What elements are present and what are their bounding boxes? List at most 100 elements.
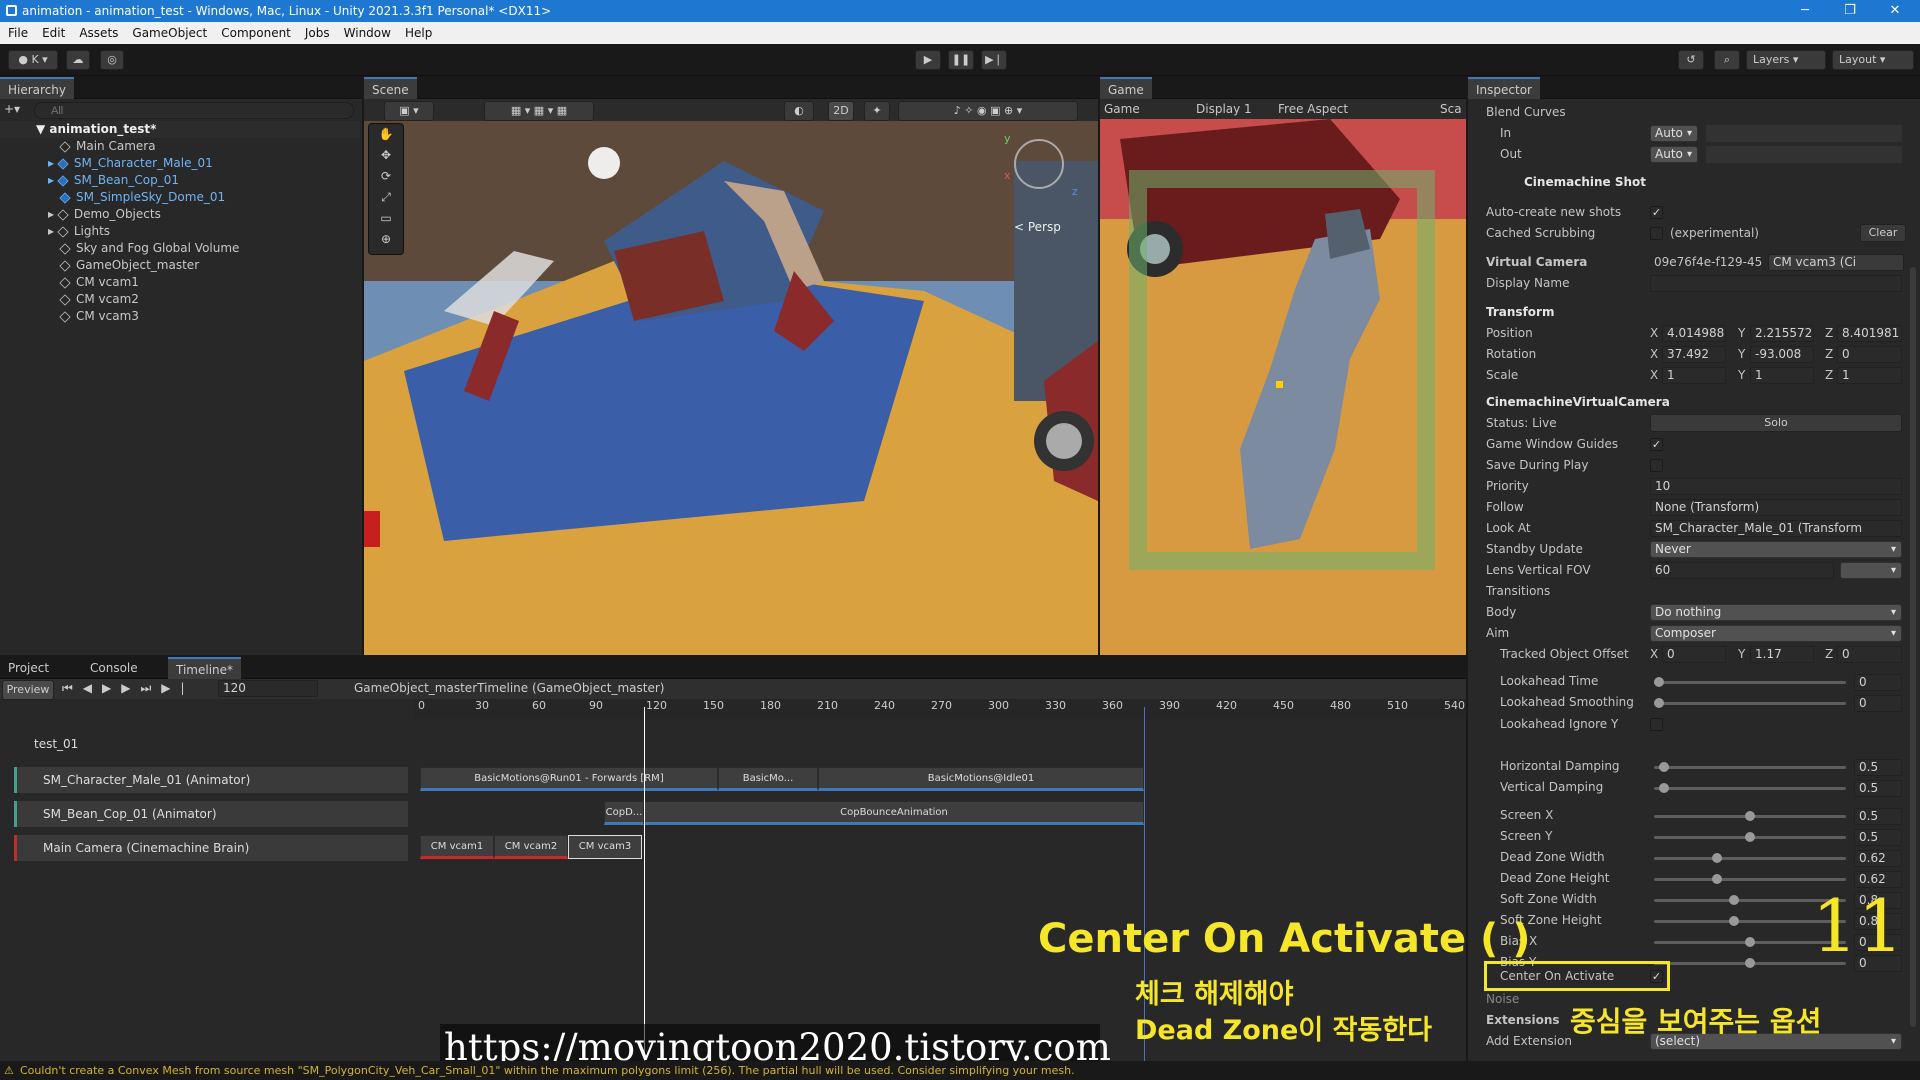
track-main-camera[interactable]: Main Camera (Cinemachine Brain) — [14, 835, 408, 861]
shading-icon[interactable]: ◐ — [784, 101, 814, 121]
close-button[interactable]: ✕ — [1875, 0, 1915, 22]
list-item[interactable]: ▸ SM_Bean_Cop_01 — [0, 172, 360, 189]
follow-field[interactable]: None (Transform) — [1650, 499, 1902, 516]
auto-create-checkbox[interactable]: ✓ — [1650, 206, 1663, 219]
clip-copd[interactable]: CopD... — [604, 801, 644, 825]
list-item[interactable]: ▸ Demo_Objects — [0, 206, 360, 223]
list-item[interactable]: ▸ Lights — [0, 223, 360, 240]
layers-dropdown[interactable]: Layers ▾ — [1746, 50, 1826, 70]
clip-copbounce[interactable]: CopBounceAnimation — [644, 801, 1144, 825]
transform-header[interactable]: Transform — [1486, 305, 1554, 319]
aim-dropdown[interactable]: Composer — [1650, 625, 1902, 642]
fov-preset-dropdown[interactable] — [1840, 562, 1902, 579]
tab-project[interactable]: Project — [0, 657, 57, 679]
timeline-ruler[interactable]: 0 30 60 90 120 150 180 210 240 270 300 3… — [414, 699, 1466, 719]
clip-run[interactable]: BasicMotions@Run01 - Forwards [RM] — [420, 767, 718, 791]
menu-help[interactable]: Help — [405, 26, 432, 40]
list-item[interactable]: CM vcam2 — [0, 291, 360, 308]
scene-options[interactable]: ♪ ✧ ◉ ▣ ⊕ ▾ — [898, 101, 1078, 121]
rotation-z-field[interactable]: 0 — [1837, 346, 1902, 363]
slider-handle[interactable] — [1745, 832, 1755, 842]
list-item[interactable]: SM_SimpleSky_Dome_01 — [0, 189, 360, 206]
list-item[interactable]: GameObject_master — [0, 257, 360, 274]
tab-hierarchy[interactable]: Hierarchy — [0, 77, 75, 99]
clip-vcam2[interactable]: CM vcam2 — [494, 835, 568, 859]
track-cop[interactable]: SM_Bean_Cop_01 (Animator) — [14, 801, 408, 827]
tab-scene[interactable]: Scene — [364, 77, 417, 99]
inspector-scrollbar[interactable] — [1910, 267, 1916, 1027]
scene-root[interactable]: ▼ animation_test* — [0, 121, 360, 138]
persp-label[interactable]: < Persp — [1014, 220, 1061, 234]
toggle-2d-button[interactable]: 2D — [828, 101, 854, 121]
solo-button[interactable]: Solo — [1650, 414, 1902, 432]
vcam-reference[interactable]: CM vcam3 (Ci — [1768, 254, 1904, 271]
clip-idle[interactable]: BasicMotions@Idle01 — [818, 767, 1144, 791]
menu-jobs[interactable]: Jobs — [305, 26, 330, 40]
group-label[interactable]: test_01 — [34, 737, 78, 751]
minimize-button[interactable]: ─ — [1785, 0, 1825, 22]
menu-file[interactable]: File — [8, 26, 28, 40]
tab-console[interactable]: Console — [82, 657, 146, 679]
slider-value-field[interactable]: 0.5 — [1854, 780, 1902, 797]
rotation-x-field[interactable]: 37.492 — [1662, 346, 1726, 363]
blend-in-dropdown[interactable]: Auto — [1650, 125, 1698, 142]
transform-tools[interactable]: ✋ ✥ ⟳ ⤢ ▭ ⊕ — [368, 123, 404, 255]
cached-scrubbing-checkbox[interactable] — [1650, 227, 1663, 240]
scale-z-field[interactable]: 1 — [1837, 367, 1902, 384]
lookahead-ignore-y-checkbox[interactable] — [1650, 718, 1663, 731]
game-window-guides-checkbox[interactable]: ✓ — [1650, 438, 1663, 451]
slider-track[interactable] — [1654, 677, 1846, 687]
cvc-header[interactable]: CinemachineVirtualCamera — [1486, 395, 1670, 409]
position-x-field[interactable]: 4.014988 — [1662, 325, 1726, 342]
lighting-icon[interactable]: ✦ — [864, 101, 890, 121]
display-name-field[interactable] — [1650, 275, 1902, 292]
menu-window[interactable]: Window — [344, 26, 391, 40]
slider-handle[interactable] — [1712, 874, 1723, 884]
add-icon[interactable]: +▾ — [4, 102, 26, 116]
list-item[interactable]: CM vcam1 — [0, 274, 360, 291]
search-icon[interactable]: ⌕ — [1714, 50, 1740, 70]
position-y-field[interactable]: 2.215572 — [1750, 325, 1814, 342]
history-icon[interactable]: ↺ — [1678, 50, 1704, 70]
slider-handle[interactable] — [1728, 895, 1739, 905]
clip-vcam1[interactable]: CM vcam1 — [420, 835, 494, 859]
step-button[interactable]: ▶❘ — [981, 50, 1007, 70]
timeline-asset-label[interactable]: GameObject_masterTimeline (GameObject_ma… — [354, 681, 664, 695]
snap-tools[interactable]: ▦ ▾ ▦ ▾ ▦ — [484, 101, 594, 121]
slider-value-field[interactable]: 0.62 — [1854, 850, 1902, 867]
slider-value-field[interactable]: 0.5 — [1854, 808, 1902, 825]
maximize-button[interactable]: ❐ — [1830, 0, 1870, 22]
menu-assets[interactable]: Assets — [79, 26, 118, 40]
playhead[interactable] — [644, 707, 645, 1061]
priority-field[interactable]: 10 — [1650, 478, 1902, 495]
game-mode-dropdown[interactable]: Game — [1104, 99, 1140, 119]
hierarchy-search-input[interactable] — [34, 102, 354, 119]
account-dropdown[interactable]: ● K ▾ — [8, 50, 58, 70]
slider-track[interactable] — [1654, 853, 1846, 863]
tab-inspector[interactable]: Inspector — [1468, 77, 1540, 99]
slider-value-field[interactable]: 0.5 — [1854, 759, 1902, 776]
collab-icon[interactable]: ◎ — [100, 50, 124, 70]
slider-track[interactable] — [1654, 698, 1846, 708]
slider-handle[interactable] — [1745, 811, 1755, 821]
slider-track[interactable] — [1654, 783, 1846, 793]
fov-field[interactable]: 60 — [1650, 562, 1834, 579]
slider-track[interactable] — [1654, 832, 1846, 842]
slider-value-field[interactable]: 0 — [1854, 674, 1902, 691]
slider-track[interactable] — [1654, 874, 1846, 884]
blend-out-curve[interactable] — [1706, 146, 1902, 163]
body-dropdown[interactable]: Do nothing — [1650, 604, 1902, 621]
list-item[interactable]: Main Camera — [0, 138, 360, 155]
blend-out-dropdown[interactable]: Auto — [1650, 146, 1698, 163]
clear-button[interactable]: Clear — [1860, 224, 1906, 242]
pause-button[interactable]: ❚❚ — [948, 50, 974, 70]
slider-value-field[interactable]: 0.5 — [1854, 829, 1902, 846]
track-character[interactable]: SM_Character_Male_01 (Animator) — [14, 767, 408, 793]
list-item[interactable]: CM vcam3 — [0, 308, 360, 325]
position-z-field[interactable]: 8.401981 — [1837, 325, 1902, 342]
rotation-y-field[interactable]: -93.008 — [1750, 346, 1814, 363]
slider-track[interactable] — [1654, 762, 1846, 772]
slider-handle[interactable] — [1728, 916, 1739, 926]
slider-handle[interactable] — [1654, 677, 1664, 687]
offset-y-field[interactable]: 1.17 — [1750, 646, 1814, 663]
